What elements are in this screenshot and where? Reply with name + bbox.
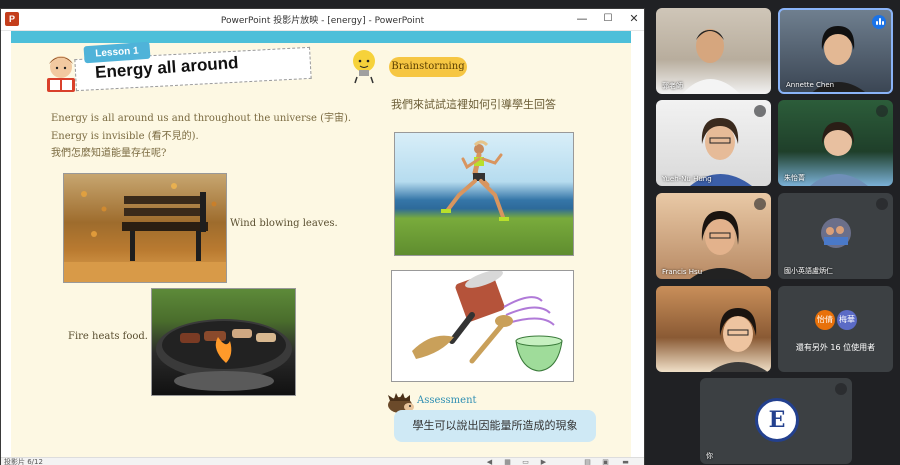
participant-name: Yueh-Nu Hung [662,175,712,183]
powerpoint-window: P PowerPoint 投影片放映 - [energy] - PowerPoi… [0,8,645,465]
participant-name: 朱怡菁 [784,174,805,182]
intro-line-2: Energy is invisible (看不見的). [51,131,199,142]
brainstorm-question: 我們來試試這裡如何引導學生回答 [391,98,556,111]
slide-counter: 投影片 6/12 [4,458,43,465]
self-name: 你 [706,452,713,460]
cooking-illustration [391,270,574,382]
intro-line-1: Energy is all around us and throughout t… [51,113,352,124]
title-bar: P PowerPoint 投影片放映 - [energy] - PowerPoi… [1,9,644,31]
runner-photo [394,132,574,256]
participant-name: 國小英語盧炳仁 [784,267,833,275]
participant-video [710,308,768,372]
mic-off-icon [835,383,847,395]
maximize-button[interactable]: ☐ [599,11,617,27]
other-participants-count: 還有另外 16 位使用者 [795,343,876,352]
other-participants-tile[interactable]: 怡倩 梅華 還有另外 16 位使用者 [778,286,893,372]
brainstorming-label: Brainstorming [389,57,467,77]
close-button[interactable]: ✕ [625,11,643,27]
mic-off-icon [876,105,888,117]
mic-off-icon [754,198,766,210]
slide-header-band [11,31,631,43]
lightbulb-icon [353,50,375,84]
minimize-button[interactable]: — [573,11,591,27]
slide[interactable]: Lesson 1 Energy all around Brainstorming… [11,31,631,459]
participant-avatar-chip: 怡倩 [815,310,835,330]
next-slide-icon[interactable]: ▶ [539,458,548,465]
intro-line-3: 我們怎麼知道能量存在呢? [51,148,167,159]
caption-fire: Fire heats food. [68,331,148,342]
normal-view-icon[interactable]: ▤ [583,458,592,465]
previous-slide-icon[interactable]: ◀ [485,458,494,465]
zoom-icon[interactable]: ▬ [621,458,630,465]
participant-tile[interactable]: 朱怡菁 [778,100,893,186]
self-tile[interactable]: E 你 [700,378,852,464]
participant-tile-speaking[interactable]: Annette Chen [778,8,893,94]
school-logo-icon: E [755,398,799,442]
reading-view-icon[interactable]: ▭ [521,458,530,465]
participant-name: Francis Hsu [662,268,703,276]
slide-sorter-icon[interactable]: ▦ [503,458,512,465]
participant-tile[interactable]: Yueh-Nu Hung [656,100,771,186]
assessment-label: Assessment [417,395,477,406]
participant-tile[interactable]: Francis Hsu [656,193,771,279]
slideshow-view-icon[interactable]: ▣ [601,458,610,465]
grill-photo [151,288,296,396]
assessment-text: 學生可以說出因能量所造成的現象 [394,410,596,442]
participant-tile[interactable]: 郭老師 [656,8,771,94]
mic-off-icon [876,198,888,210]
mic-off-icon [754,105,766,117]
leaves-bench-photo [63,173,227,283]
speaking-indicator-icon [872,15,886,29]
participant-name: Annette Chen [786,81,835,89]
participant-name: 郭老師 [662,82,683,90]
participant-tile[interactable] [656,286,771,372]
status-bar: 投影片 6/12 ◀ ▦ ▭ ▶ ▤ ▣ ▬ [1,457,644,465]
caption-wind: Wind blowing leaves. [230,218,338,229]
screen: P PowerPoint 投影片放映 - [energy] - PowerPoi… [0,0,900,465]
participant-avatar-chip: 梅華 [837,310,857,330]
window-title: PowerPoint 投影片放映 - [energy] - PowerPoint [220,16,425,26]
participant-tile[interactable]: 國小英語盧炳仁 [778,193,893,279]
